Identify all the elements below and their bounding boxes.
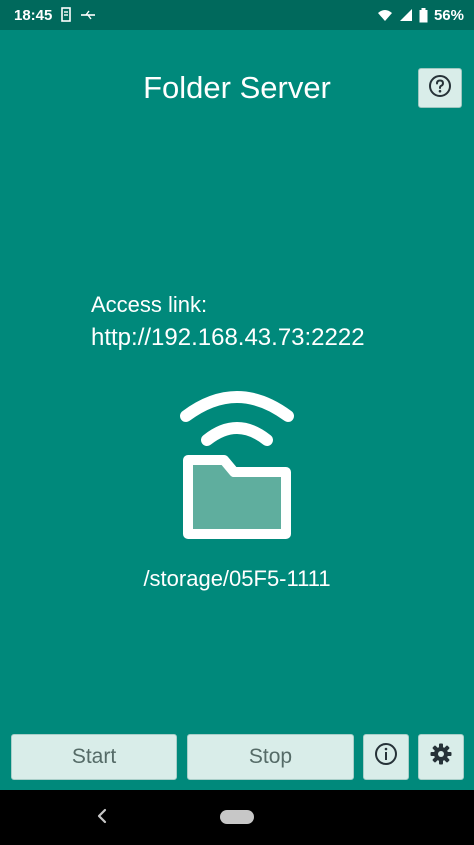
- access-link-url[interactable]: http://192.168.43.73:2222: [91, 324, 365, 352]
- app-title: Folder Server: [143, 70, 331, 105]
- usb-icon: [80, 9, 96, 21]
- settings-button[interactable]: [418, 734, 464, 780]
- back-icon[interactable]: [92, 806, 112, 826]
- wifi-folder-icon: [178, 388, 296, 544]
- signal-icon: [399, 8, 413, 22]
- home-pill-icon[interactable]: [220, 810, 254, 824]
- wifi-icon: [377, 9, 393, 22]
- info-button[interactable]: [363, 734, 409, 780]
- status-right: 56%: [377, 7, 464, 24]
- start-button[interactable]: Start: [11, 734, 177, 780]
- status-bar: 18:45 56%: [0, 0, 474, 30]
- battery-percent: 56%: [433, 6, 464, 24]
- access-link-label: Access link:: [91, 292, 208, 317]
- folder-path: /storage/05F5-1111: [143, 566, 331, 591]
- nav-bar: [0, 790, 474, 845]
- status-time: 18:45: [14, 6, 53, 24]
- notification-icon: [60, 7, 72, 23]
- battery-icon: [419, 7, 428, 23]
- stop-button[interactable]: Stop: [187, 734, 354, 780]
- status-left: 18:45: [14, 7, 96, 24]
- gear-icon: [429, 742, 453, 772]
- info-icon: [374, 742, 398, 772]
- help-icon: [428, 74, 452, 103]
- help-button[interactable]: [418, 68, 462, 108]
- main-screen: Folder Server Access link: http://192.16…: [0, 30, 474, 790]
